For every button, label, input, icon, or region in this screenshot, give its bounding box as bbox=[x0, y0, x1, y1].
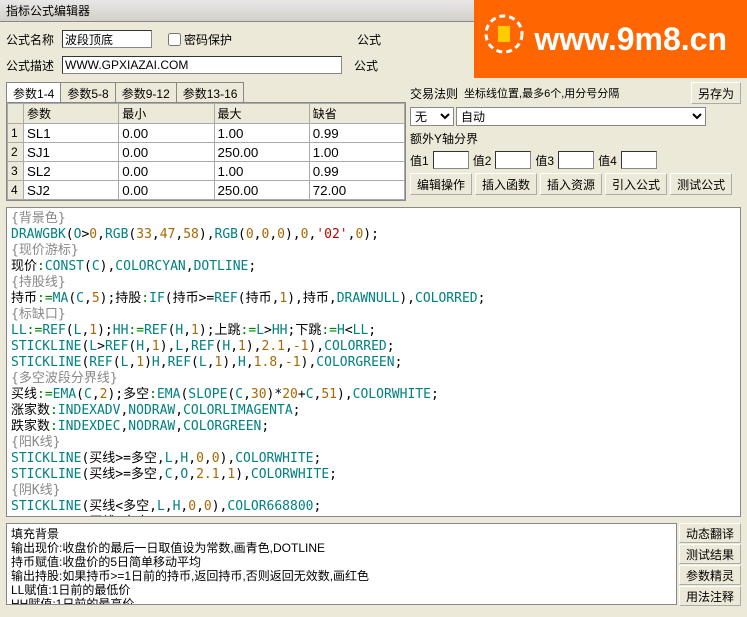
watermark: www.9m8.cn bbox=[474, 0, 747, 78]
param-cell-input[interactable] bbox=[27, 182, 115, 198]
param-tabs: 参数1-4参数5-8参数9-12参数13-16 bbox=[6, 82, 406, 102]
rule-label: 交易法则 bbox=[410, 85, 458, 102]
desc-input[interactable] bbox=[62, 56, 342, 74]
ext-axis-label: 额外Y轴分界 bbox=[410, 130, 741, 147]
param-tab[interactable]: 参数13-16 bbox=[176, 82, 245, 102]
toolbar-button[interactable]: 引入公式 bbox=[605, 173, 667, 195]
param-cell-input[interactable] bbox=[122, 182, 210, 198]
logo-icon bbox=[484, 14, 524, 54]
param-cell-input[interactable] bbox=[122, 144, 210, 160]
param-tab[interactable]: 参数5-8 bbox=[60, 82, 115, 102]
desc-label: 公式描述 bbox=[6, 57, 58, 74]
password-checkbox[interactable] bbox=[168, 33, 181, 46]
side-button[interactable]: 动态翻译 bbox=[679, 523, 741, 543]
table-row: 2 bbox=[8, 143, 405, 162]
toolbar-button[interactable]: 测试公式 bbox=[670, 173, 732, 195]
param-cell-input[interactable] bbox=[27, 125, 115, 141]
name-label: 公式名称 bbox=[6, 31, 58, 48]
toolbar-button[interactable]: 编辑操作 bbox=[410, 173, 472, 195]
rule-hint: 坐标线位置,最多6个,用分号分隔 bbox=[464, 85, 619, 101]
name-input[interactable] bbox=[62, 30, 152, 48]
description-area[interactable]: 填充背景输出现价:收盘价的最后一日取值设为常数,画青色,DOTLINE持币赋值:… bbox=[6, 523, 677, 605]
table-row: 1 bbox=[8, 124, 405, 143]
saveas-button[interactable]: 另存为 bbox=[691, 82, 741, 104]
table-row: 4 bbox=[8, 181, 405, 200]
param-cell-input[interactable] bbox=[218, 144, 306, 160]
rule-select-1[interactable]: 无 bbox=[410, 107, 454, 126]
param-cell-input[interactable] bbox=[27, 144, 115, 160]
side-button[interactable]: 用法注释 bbox=[679, 586, 741, 606]
toolbar-button[interactable]: 插入资源 bbox=[540, 173, 602, 195]
formula-label-2: 公式 bbox=[354, 57, 378, 74]
ext-value-input[interactable] bbox=[558, 151, 594, 169]
rule-select-2[interactable]: 自动 bbox=[456, 107, 706, 126]
param-cell-input[interactable] bbox=[313, 182, 401, 198]
param-cell-input[interactable] bbox=[122, 125, 210, 141]
window-title: 指标公式编辑器 bbox=[6, 4, 90, 18]
side-button[interactable]: 参数精灵 bbox=[679, 565, 741, 585]
param-cell-input[interactable] bbox=[218, 125, 306, 141]
param-tab[interactable]: 参数9-12 bbox=[115, 82, 177, 102]
param-tab[interactable]: 参数1-4 bbox=[6, 82, 61, 102]
code-editor[interactable]: {背景色}DRAWGBK(O>0,RGB(33,47,58),RGB(0,0,0… bbox=[6, 207, 741, 517]
toolbar-button[interactable]: 插入函数 bbox=[475, 173, 537, 195]
param-cell-input[interactable] bbox=[313, 144, 401, 160]
param-cell-input[interactable] bbox=[218, 182, 306, 198]
param-cell-input[interactable] bbox=[27, 163, 115, 179]
ext-value-input[interactable] bbox=[621, 151, 657, 169]
formula-label-1: 公式 bbox=[357, 31, 381, 48]
param-cell-input[interactable] bbox=[122, 163, 210, 179]
param-table: 参数最小最大缺省1234 bbox=[6, 102, 406, 201]
table-row: 3 bbox=[8, 162, 405, 181]
param-cell-input[interactable] bbox=[313, 125, 401, 141]
ext-value-input[interactable] bbox=[495, 151, 531, 169]
param-cell-input[interactable] bbox=[313, 163, 401, 179]
side-button[interactable]: 测试结果 bbox=[679, 544, 741, 564]
ext-value-input[interactable] bbox=[433, 151, 469, 169]
param-cell-input[interactable] bbox=[218, 163, 306, 179]
